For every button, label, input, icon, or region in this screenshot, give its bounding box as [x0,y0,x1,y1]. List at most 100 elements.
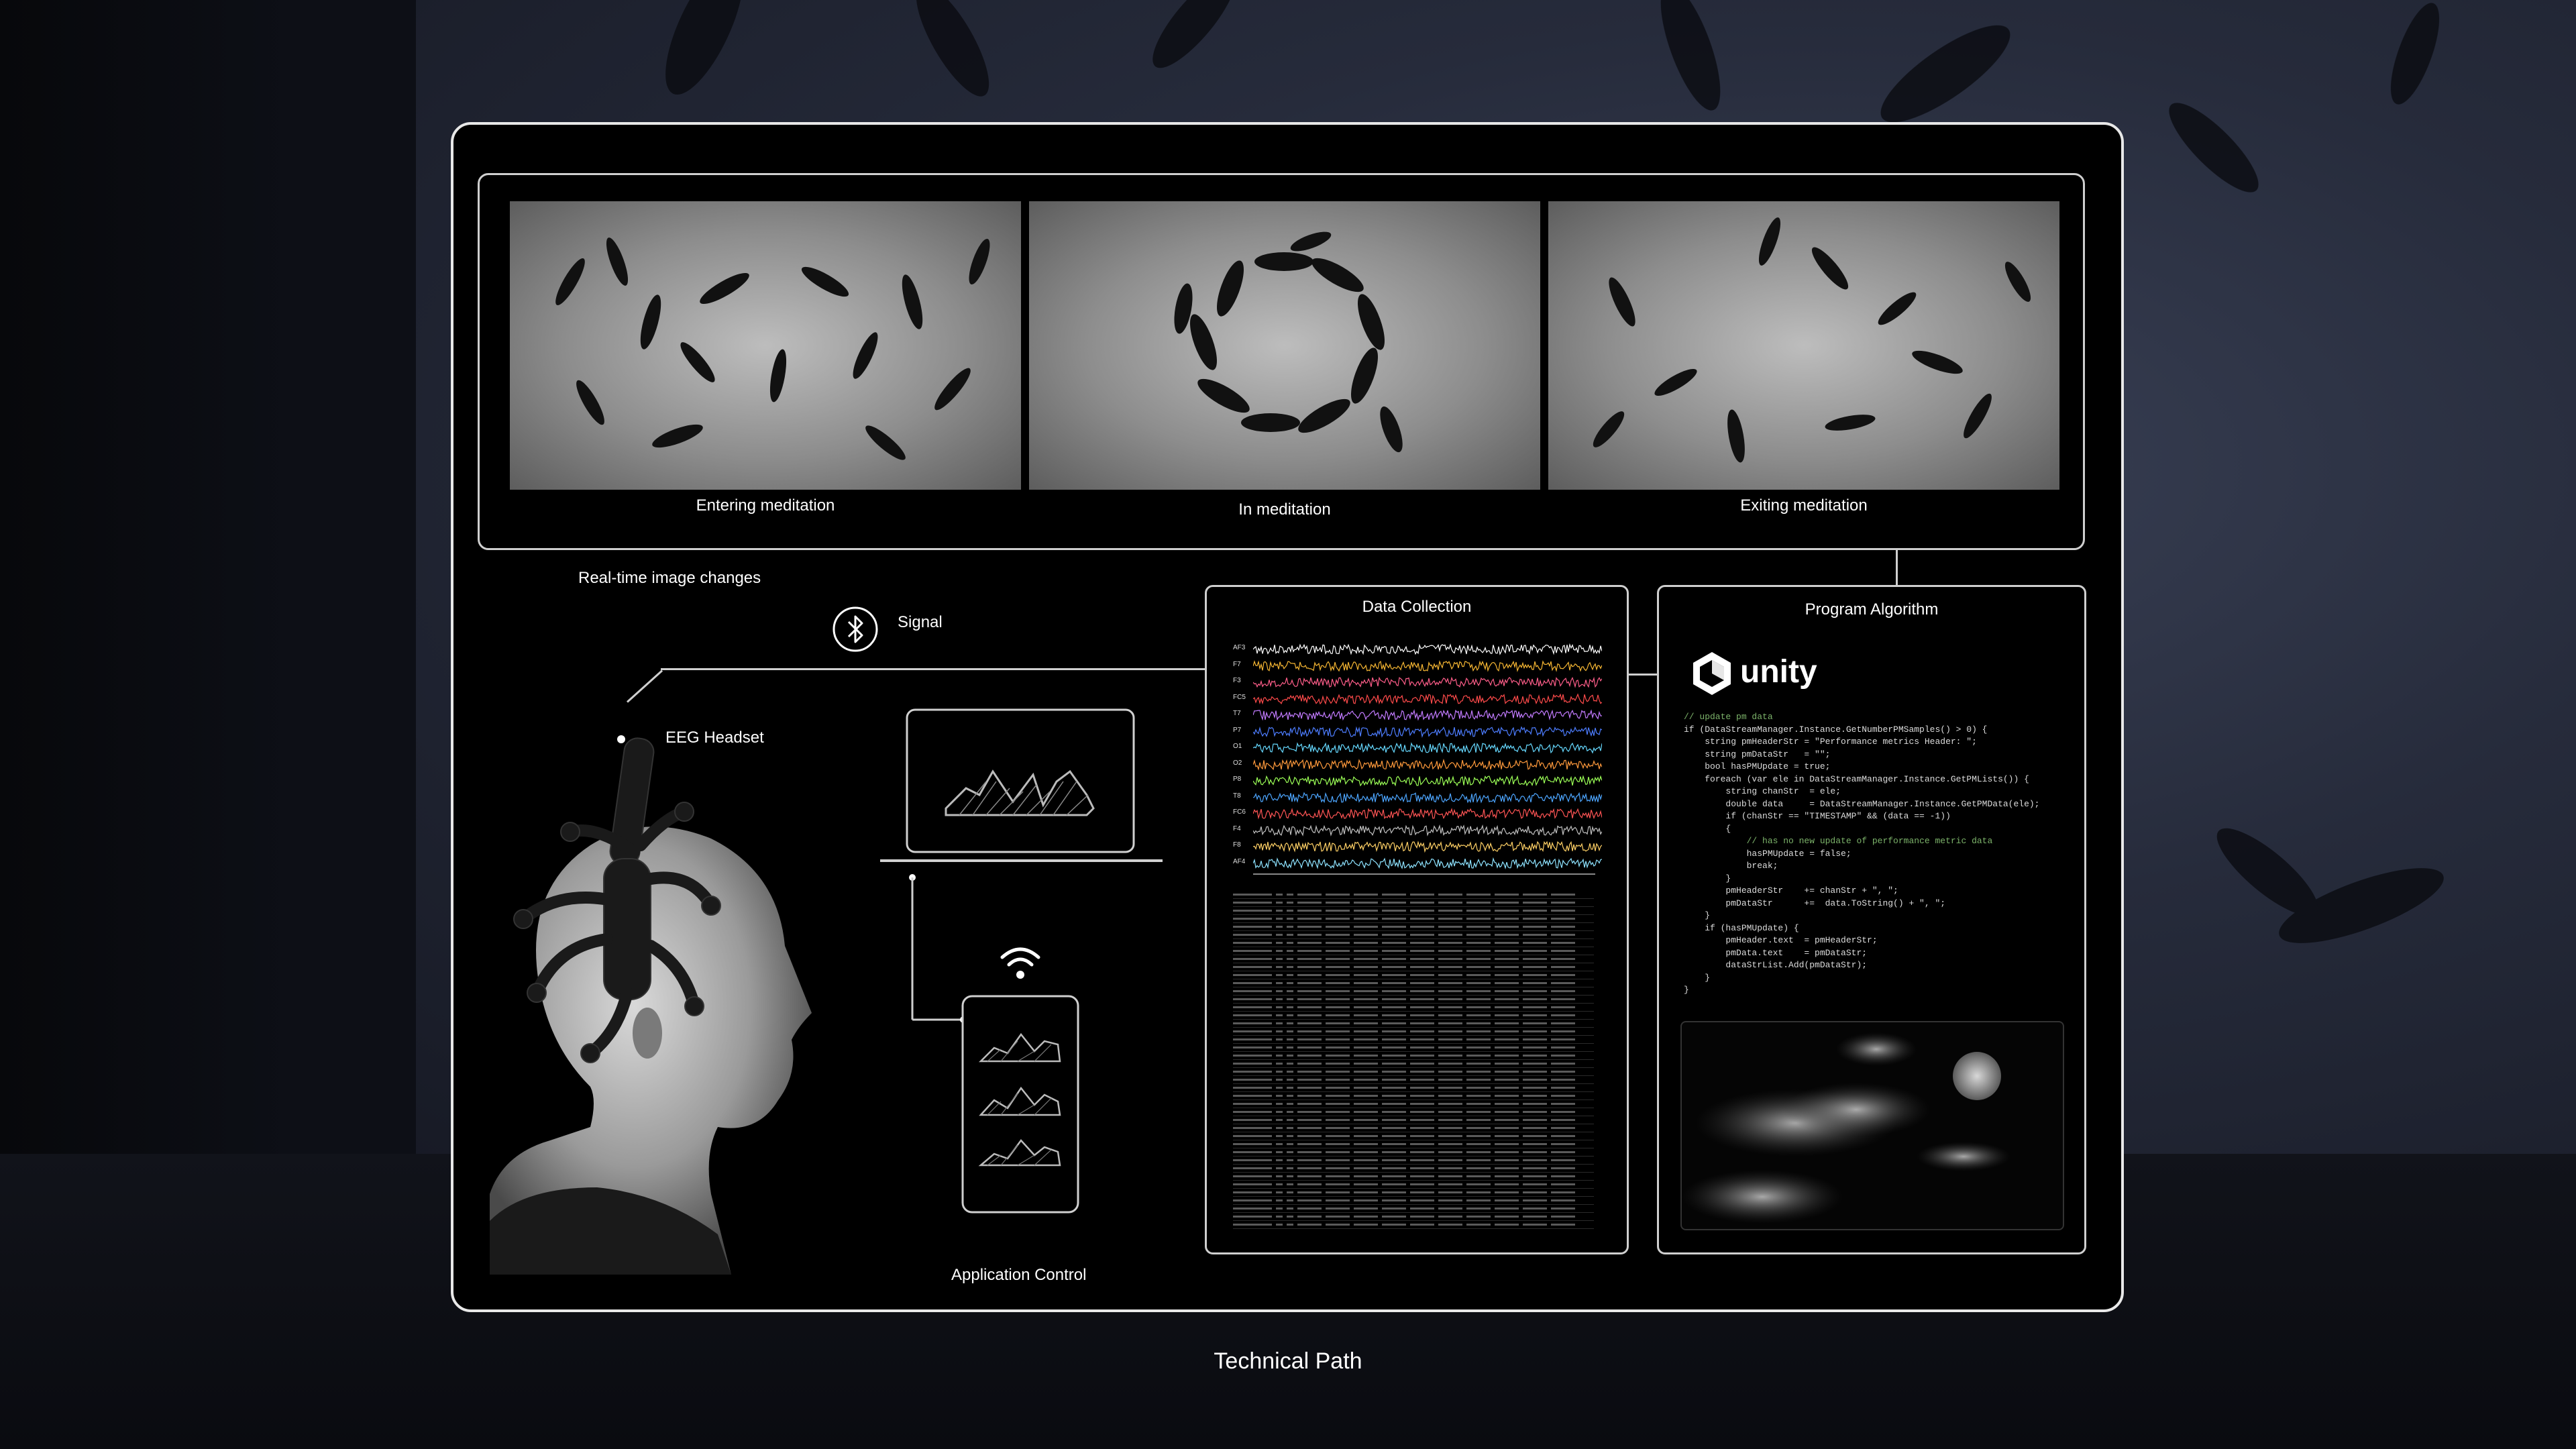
connector-laptop-phone [908,872,969,1026]
code-line: } [1684,873,1731,883]
eeg-waveform [1253,742,1602,754]
page-title: Technical Path [1214,1348,1362,1374]
eeg-waveform [1253,758,1602,771]
connector-data-program [1628,674,1658,676]
code-line: } [1684,985,1689,995]
table-row [1233,1060,1594,1068]
label-realtime-image-changes: Real-time image changes [578,569,761,587]
unity-logo-icon [1689,651,1735,696]
eeg-waveform [1253,692,1602,705]
data-collection-title: Data Collection [1362,598,1472,616]
eeg-waveform [1253,725,1602,738]
eeg-data-table [1233,891,1594,1233]
eeg-waveform [1253,791,1602,804]
code-line: pmHeaderStr += chanStr + ", "; [1684,885,1898,896]
table-row [1233,891,1594,899]
eeg-channel-row: F3 [1233,676,1602,689]
eeg-channel-label: F4 [1233,824,1241,833]
eeg-waveform [1253,841,1602,853]
table-row [1233,996,1594,1004]
table-row [1233,947,1594,955]
label-signal: Signal [898,613,943,631]
eeg-channel-row: O1 [1233,741,1602,755]
eeg-waveform [1253,808,1602,820]
code-line: } [1684,910,1711,920]
table-row [1233,1084,1594,1092]
eeg-channel-label: P8 [1233,775,1242,783]
eeg-axis [1253,873,1595,875]
table-row [1233,931,1594,939]
code-line: foreach (var ele in DataStreamManager.In… [1684,773,2029,784]
eeg-channel-label: FC6 [1233,808,1246,816]
photo-in-meditation [1029,201,1540,490]
table-row [1233,1205,1594,1213]
code-line: { [1684,823,1731,834]
bluetooth-icon [832,606,879,653]
table-row [1233,1068,1594,1076]
table-row [1233,1213,1594,1221]
eeg-channel-row: F8 [1233,840,1602,853]
table-row [1233,987,1594,996]
table-row [1233,1221,1594,1229]
eeg-channel-row: T8 [1233,791,1602,804]
code-line: // update pm data [1684,712,1773,722]
eeg-channel-label: O2 [1233,759,1242,767]
eeg-channel-row: FC5 [1233,692,1602,706]
code-line: string pmHeaderStr = "Performance metric… [1684,737,1977,747]
table-row [1233,1157,1594,1165]
caption-entering: Entering meditation [696,496,835,515]
laptop-icon [879,708,1164,872]
code-line: pmData.text = pmDataStr; [1684,947,1868,958]
eeg-channel-label: F8 [1233,841,1241,849]
table-row [1233,1165,1594,1173]
eeg-waveform [1253,857,1602,869]
table-row [1233,979,1594,987]
eeg-channel-row: FC6 [1233,807,1602,820]
person-with-eeg-headset [463,724,825,1275]
code-line: } [1684,972,1711,983]
unity-wordmark: unity [1740,654,1817,690]
table-row [1233,939,1594,947]
code-line: hasPMUpdate = false; [1684,848,1851,859]
eeg-channel-row: F4 [1233,824,1602,837]
photo-entering-meditation [510,201,1021,490]
table-row [1233,923,1594,931]
photo-exiting-meditation [1548,201,2059,490]
program-algorithm-title: Program Algorithm [1805,600,1939,619]
eeg-waveform [1253,775,1602,787]
table-row [1233,1124,1594,1132]
eeg-channel-label: O1 [1233,743,1242,750]
eeg-channel-row: P7 [1233,725,1602,739]
connector-signal-line [661,668,1205,670]
eeg-waveform [1253,659,1602,672]
table-row [1233,1108,1594,1116]
connector-top-program [1896,550,1898,585]
eeg-channel-label: T8 [1233,792,1241,800]
eeg-channel-row: AF4 [1233,857,1602,870]
table-row [1233,1052,1594,1060]
table-row [1233,915,1594,923]
table-row [1233,1140,1594,1148]
table-row [1233,1132,1594,1140]
eeg-channel-row: T7 [1233,708,1602,722]
eeg-channel-label: AF3 [1233,644,1246,651]
label-application-control: Application Control [951,1266,1087,1284]
code-line: if (hasPMUpdate) { [1684,922,1799,933]
eeg-channel-label: P7 [1233,726,1242,734]
table-row [1233,955,1594,963]
table-row [1233,1012,1594,1020]
eeg-channel-label: T7 [1233,710,1241,717]
table-row [1233,1076,1594,1084]
eeg-waveform [1253,676,1602,688]
table-row [1233,1116,1594,1124]
phone-icon [961,994,1080,1214]
table-row [1233,1004,1594,1012]
table-row [1233,899,1594,907]
code-line: string chanStr = ele; [1684,786,1841,796]
table-row [1233,907,1594,915]
table-row [1233,1044,1594,1052]
eeg-channel-label: F3 [1233,677,1241,684]
code-line: string pmDataStr = ""; [1684,749,1831,759]
table-row [1233,1189,1594,1197]
eeg-waveform [1253,824,1602,837]
